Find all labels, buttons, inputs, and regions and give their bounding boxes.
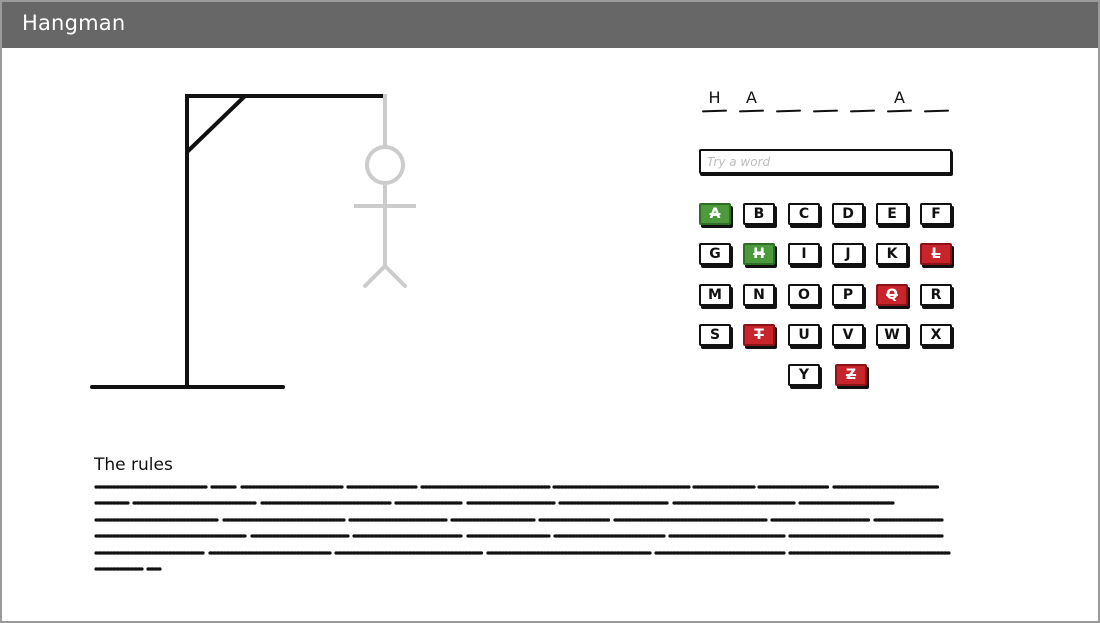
- key-b[interactable]: B: [743, 203, 775, 225]
- letter-slot: [776, 88, 801, 114]
- key-m[interactable]: M: [699, 284, 731, 306]
- key-v[interactable]: V: [832, 324, 864, 346]
- key-i[interactable]: I: [788, 243, 820, 265]
- key-z[interactable]: Z: [835, 364, 867, 386]
- key-o[interactable]: O: [788, 284, 820, 306]
- key-d[interactable]: D: [832, 203, 864, 225]
- key-n[interactable]: N: [743, 284, 775, 306]
- key-t[interactable]: T: [743, 324, 775, 346]
- gallows-drawing: [90, 94, 416, 389]
- guess-word-input[interactable]: [699, 149, 952, 174]
- key-f[interactable]: F: [920, 203, 952, 225]
- key-c[interactable]: C: [788, 203, 820, 225]
- key-r[interactable]: R: [920, 284, 952, 306]
- figure-left-leg: [363, 264, 387, 288]
- key-q[interactable]: Q: [876, 284, 908, 306]
- figure-right-leg: [383, 264, 407, 288]
- rules-heading: The rules: [94, 455, 173, 475]
- key-u[interactable]: U: [788, 324, 820, 346]
- key-l[interactable]: L: [920, 243, 952, 265]
- key-k[interactable]: K: [876, 243, 908, 265]
- letter-slot: [924, 88, 949, 114]
- rules-placeholder-text: [94, 485, 951, 571]
- key-g[interactable]: G: [699, 243, 731, 265]
- title-bar: Hangman: [2, 2, 1098, 48]
- key-j[interactable]: J: [832, 243, 864, 265]
- key-e[interactable]: E: [876, 203, 908, 225]
- window-title: Hangman: [22, 11, 126, 35]
- word-slots: H A A: [702, 88, 954, 116]
- letter-slot: [850, 88, 875, 114]
- letter-slot: [813, 88, 838, 114]
- key-x[interactable]: X: [920, 324, 952, 346]
- letter-slot: H: [702, 88, 727, 114]
- letter-slot: A: [887, 88, 912, 114]
- letter-slot: A: [739, 88, 764, 114]
- key-s[interactable]: S: [699, 324, 731, 346]
- key-y[interactable]: Y: [788, 364, 820, 386]
- letter-keyboard: A B C D E F G H I J K L M N O P Q R S T …: [699, 203, 959, 393]
- app-window: Hangman H A A A B C D E F G H I J K: [0, 0, 1100, 623]
- figure-head: [365, 145, 405, 185]
- key-a[interactable]: A: [699, 203, 731, 225]
- gallows-brace: [185, 94, 247, 154]
- key-p[interactable]: P: [832, 284, 864, 306]
- key-h[interactable]: H: [743, 243, 775, 265]
- key-w[interactable]: W: [876, 324, 908, 346]
